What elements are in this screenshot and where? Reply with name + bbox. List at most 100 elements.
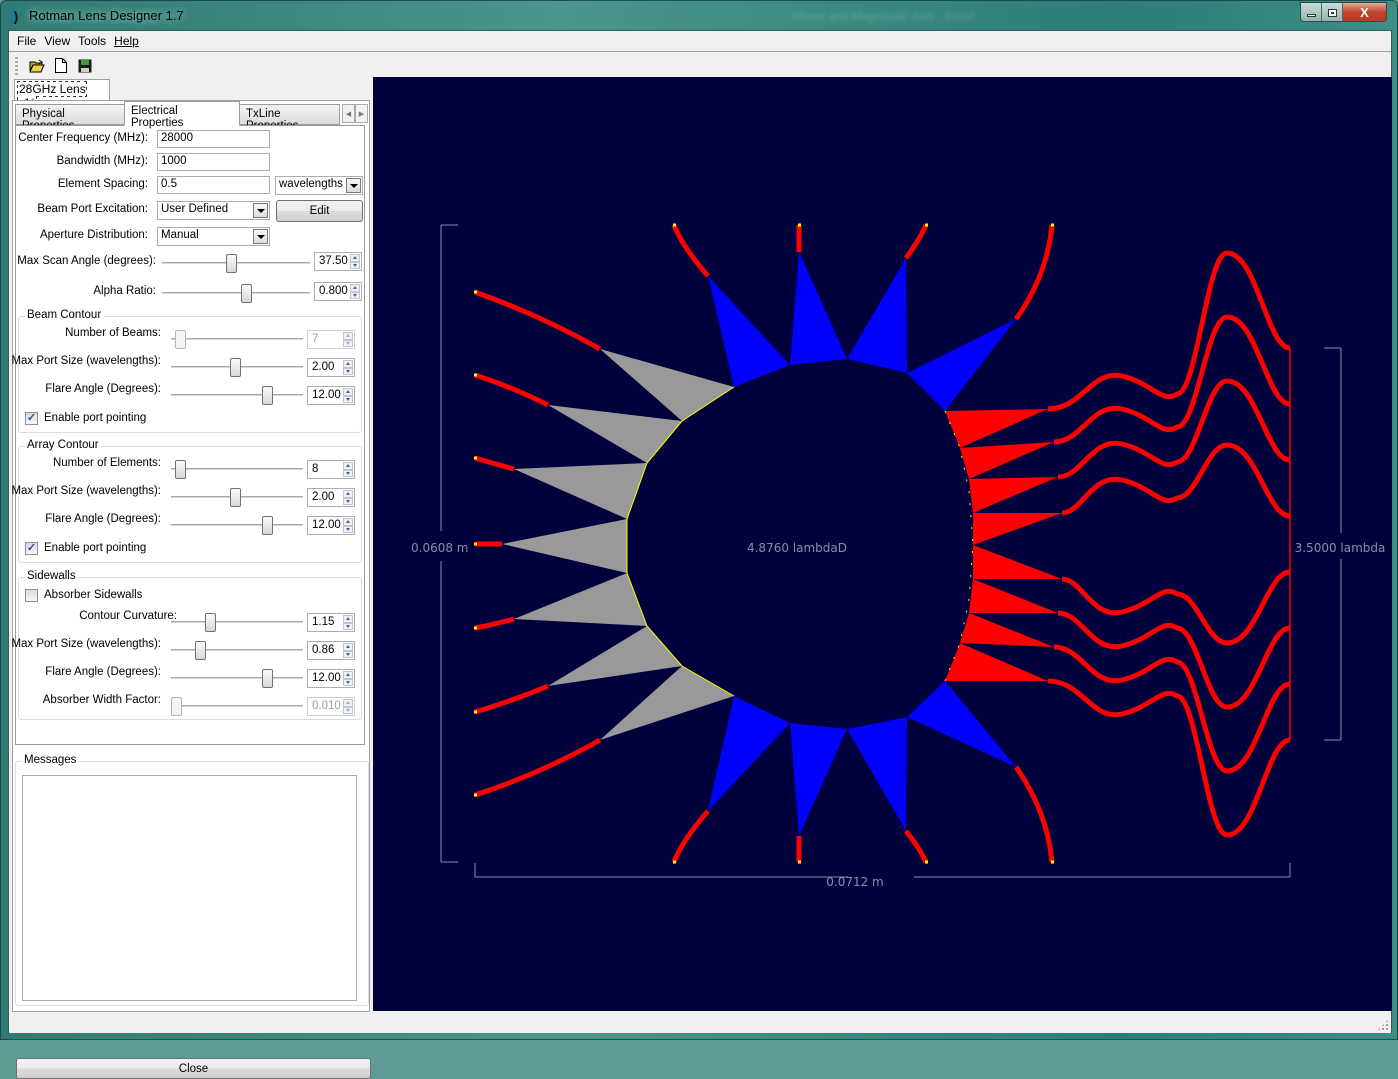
contour-curvature-value: 1.15 [312,616,335,628]
slider-thumb[interactable] [226,254,238,273]
tab-electrical-properties[interactable]: Electrical Properties [124,101,240,129]
element-spacing-input[interactable]: 0.5 [157,176,270,194]
spin-up-icon[interactable] [343,671,353,679]
bandwidth-label: Bandwidth (MHz): [56,155,148,167]
max-scan-angle-slider[interactable] [162,253,310,273]
alpha-ratio-spinner[interactable]: 0.800 [314,282,362,301]
beam-flare-angle-spinner[interactable]: 12.00 [307,386,355,405]
array-max-port-size-spinner[interactable]: 2.00 [307,488,355,507]
beam-max-port-size-spinner[interactable]: 2.00 [307,358,355,377]
spin-up-icon[interactable] [343,388,353,396]
spin-up-icon[interactable] [343,490,353,498]
slider-thumb[interactable] [171,697,182,716]
slider-thumb[interactable] [174,330,186,349]
absorber-width-factor-spinner[interactable]: 0.010 [307,697,355,716]
messages-textarea[interactable] [22,775,357,1001]
edit-excitation-button[interactable]: Edit [276,200,363,222]
aperture-distribution-select[interactable]: Manual [157,227,270,246]
spin-down-icon[interactable] [343,395,353,403]
slider-thumb[interactable] [230,488,242,507]
spin-up-icon[interactable] [343,360,353,368]
absorber-width-factor-slider[interactable] [171,696,303,716]
minimize-button[interactable] [1301,3,1322,21]
beam-max-port-size-label: Max Port Size (wavelengths): [11,355,161,367]
sidewall-max-port-size-slider[interactable] [171,640,303,660]
center-frequency-input[interactable]: 28000 [157,130,270,148]
alpha-ratio-value: 0.800 [319,285,348,297]
menu-file[interactable]: File [13,34,40,48]
alpha-ratio-slider[interactable] [162,283,310,303]
contour-curvature-spinner[interactable]: 1.15 [307,613,355,632]
menu-help[interactable]: Help [110,34,143,48]
spin-down-icon[interactable] [343,706,353,714]
beam-max-port-size-value: 2.00 [312,361,335,373]
close-window-button[interactable]: X [1343,3,1386,21]
title-bar[interactable]: () Rotman Lens Designer 1.7 Phase and Ma… [1,1,1397,31]
spin-down-icon[interactable] [343,525,353,533]
save-button[interactable] [76,57,94,75]
slider-thumb[interactable] [261,516,273,535]
slider-thumb[interactable] [195,641,207,660]
spin-down-icon[interactable] [343,650,353,658]
new-button[interactable] [52,57,70,75]
document-tab[interactable]: 28GHz Lens v1* [14,79,110,111]
maximize-button[interactable] [1322,3,1343,21]
beam-port-excitation-select[interactable]: User Defined [157,201,270,220]
absorber-sidewalls-checkbox[interactable] [25,589,38,602]
beam-flare-angle-slider[interactable] [171,385,303,405]
slider-thumb[interactable] [204,613,216,632]
spin-down-icon[interactable] [350,261,360,269]
number-of-elements-spinner[interactable]: 8 [307,460,355,479]
contour-curvature-slider[interactable] [171,612,303,632]
resize-grip-icon[interactable] [1377,1019,1389,1031]
lens-canvas[interactable]: 0.0608 m 0.0712 m 4.8760 lambdaD 3.5000 … [373,77,1392,1011]
spin-up-icon[interactable] [343,643,353,651]
spin-up-icon[interactable] [350,254,360,262]
beam-max-port-size-slider[interactable] [171,357,303,377]
spin-up-icon[interactable] [343,699,353,707]
array-flare-angle-spinner[interactable]: 12.00 [307,516,355,535]
toolbar-grip[interactable] [15,56,18,75]
close-button[interactable]: Close [16,1058,371,1079]
messages-group: Messages [15,754,369,1006]
sidewall-flare-angle-spinner[interactable]: 12.00 [307,669,355,688]
spin-up-icon[interactable] [343,462,353,470]
slider-thumb[interactable] [174,460,186,479]
slider-thumb[interactable] [241,284,253,303]
sidewall-max-port-size-spinner[interactable]: 0.86 [307,641,355,660]
spin-down-icon[interactable] [343,469,353,477]
array-max-port-size-slider[interactable] [171,487,303,507]
spin-up-icon[interactable] [343,615,353,623]
tab-scroll-right-icon[interactable]: ▶ [355,104,368,123]
bandwidth-input[interactable]: 1000 [157,153,270,171]
tab-scroll-left-icon[interactable]: ◀ [342,104,355,123]
menu-tools[interactable]: Tools [74,34,110,48]
array-port-pointing-checkbox[interactable]: ✓ [25,542,38,555]
slider-thumb[interactable] [261,669,273,688]
width-dimension-label: 0.0712 m [826,875,884,889]
max-scan-angle-spinner[interactable]: 37.50 [314,252,362,271]
sidewall-flare-angle-slider[interactable] [171,668,303,688]
spin-up-icon[interactable] [343,332,353,340]
spin-down-icon[interactable] [350,291,360,299]
spin-down-icon[interactable] [343,367,353,375]
tab-physical-properties[interactable]: Physical Properties [15,104,125,132]
spin-down-icon[interactable] [343,678,353,686]
open-button[interactable] [28,57,46,75]
number-of-beams-slider[interactable] [171,329,303,349]
spin-up-icon[interactable] [350,284,360,292]
spin-down-icon[interactable] [343,497,353,505]
tab-txline-properties[interactable]: TxLine Properties [239,104,340,132]
element-spacing-unit-select[interactable]: wavelengths [275,176,363,195]
array-flare-angle-slider[interactable] [171,515,303,535]
number-of-elements-slider[interactable] [171,459,303,479]
menu-view[interactable]: View [40,34,74,48]
slider-thumb[interactable] [261,386,273,405]
spin-down-icon[interactable] [343,622,353,630]
beam-port-pointing-checkbox[interactable]: ✓ [25,412,38,425]
spin-up-icon[interactable] [343,518,353,526]
spin-down-icon[interactable] [343,339,353,347]
slider-thumb[interactable] [230,358,242,377]
number-of-beams-spinner[interactable]: 7 [307,330,355,349]
port-end-marker [1051,860,1054,864]
